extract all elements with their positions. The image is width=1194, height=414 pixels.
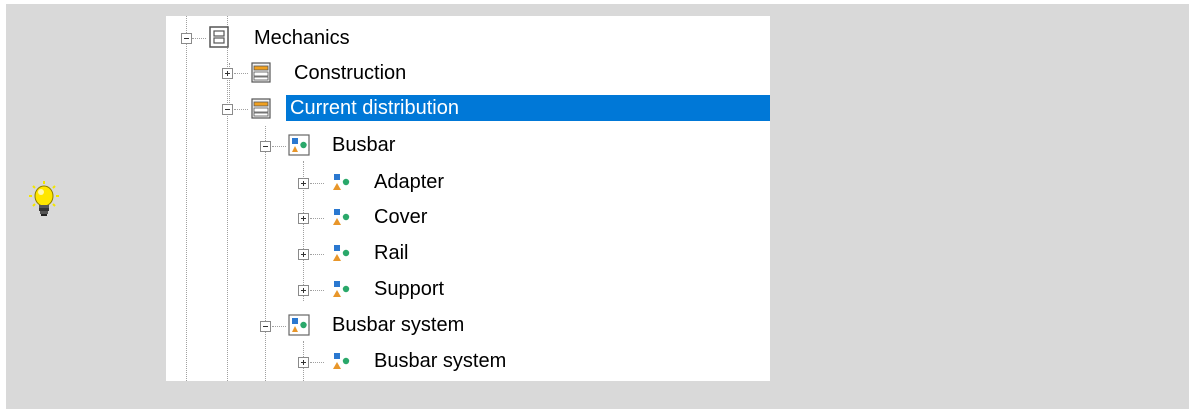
component-icon: [330, 206, 352, 228]
tree-node-label: Busbar system: [374, 350, 507, 372]
expand-toggle[interactable]: [298, 357, 309, 368]
tree-connector: [310, 362, 324, 363]
component-icon: [330, 171, 352, 193]
tree-node-label: Rail: [374, 242, 409, 264]
component-icon: [330, 278, 352, 300]
tree-connector: [272, 326, 286, 327]
component-icon: [330, 350, 352, 372]
tree-connector: [310, 218, 324, 219]
tree-node-label: Busbar: [332, 134, 396, 156]
expand-toggle[interactable]: [298, 213, 309, 224]
tree-connector: [265, 126, 266, 381]
expand-toggle[interactable]: [222, 68, 233, 79]
drawer-stack-icon: [250, 61, 272, 83]
tree-node-label: Busbar system: [332, 314, 465, 336]
tree-connector: [234, 73, 248, 74]
expand-toggle[interactable]: [298, 249, 309, 260]
collapse-toggle[interactable]: [260, 141, 271, 152]
expand-toggle[interactable]: [298, 285, 309, 296]
folder-module-icon: [208, 26, 230, 48]
tree-node-label: Mechanics: [254, 27, 350, 49]
component-group-icon: [288, 314, 310, 336]
tree-node-label: Adapter: [374, 171, 445, 193]
window-frame: Mechanics Construction Current distribut…: [0, 0, 1194, 414]
tree-connector: [310, 183, 324, 184]
component-icon: [330, 242, 352, 264]
tree-connector: [310, 254, 324, 255]
collapse-toggle[interactable]: [260, 321, 271, 332]
collapse-toggle[interactable]: [181, 33, 192, 44]
drawer-stack-icon: [250, 97, 272, 119]
collapse-toggle[interactable]: [222, 104, 233, 115]
tree-connector: [310, 290, 324, 291]
tree-connector: [272, 146, 286, 147]
expand-toggle[interactable]: [298, 178, 309, 189]
tree-node-label: Cover: [374, 206, 428, 228]
tree-node-label: Support: [374, 278, 445, 300]
tree-connector: [234, 109, 248, 110]
lightbulb-icon[interactable]: [28, 179, 60, 223]
component-group-icon: [288, 134, 310, 156]
tree-view[interactable]: Mechanics Construction Current distribut…: [166, 16, 770, 381]
tree-node-label: Construction: [294, 62, 407, 84]
tree-connector: [192, 38, 206, 39]
tree-connector: [186, 16, 187, 381]
tree-node-label-selected: Current distribution: [286, 95, 770, 121]
